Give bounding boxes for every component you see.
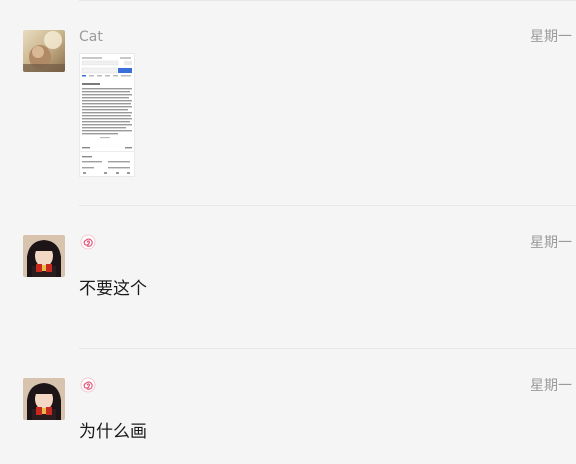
message-item: 星期一 不要这个 [0, 206, 576, 348]
girl-photo-avatar[interactable] [23, 378, 65, 420]
girl-photo-avatar[interactable] [23, 235, 65, 277]
message-text[interactable]: 不要这个 [79, 279, 147, 299]
message-item: Cat 星期一 [0, 0, 576, 205]
message-item: 星期一 为什么画 [0, 349, 576, 464]
message-time: 星期一 [530, 378, 572, 394]
swirl-icon [80, 377, 96, 393]
message-text[interactable]: 为什么画 [79, 422, 147, 442]
swirl-icon [80, 234, 96, 250]
chat-message-list: Cat 星期一 星期一 不要这个 星期一 为什么画 [0, 0, 576, 464]
sender-name[interactable]: Cat [79, 29, 103, 45]
cat-photo-avatar[interactable] [23, 30, 65, 72]
message-time: 星期一 [530, 235, 572, 251]
image-attachment[interactable] [79, 53, 135, 177]
message-time: 星期一 [530, 29, 572, 45]
